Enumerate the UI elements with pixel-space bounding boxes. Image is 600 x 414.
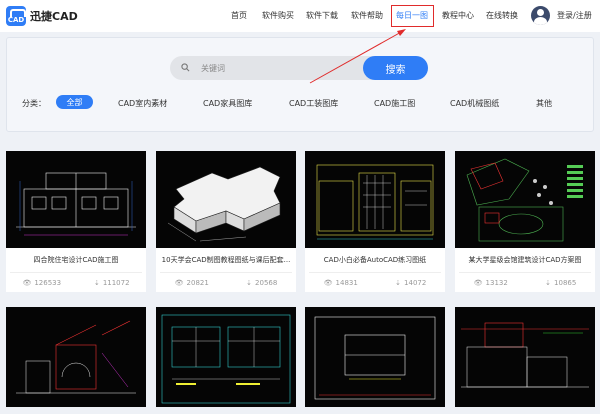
search-icon (181, 63, 190, 72)
card-6-thumbnail (156, 307, 296, 407)
category-other[interactable]: 其他 (536, 98, 552, 109)
logo-badge-text: CAD (7, 16, 25, 24)
category-all[interactable]: 全部 (56, 95, 93, 109)
category-furniture[interactable]: CAD家具图库 (203, 98, 252, 109)
eye-icon: 👁 (22, 278, 32, 287)
logo-badge-icon: CAD (6, 6, 26, 26)
avatar[interactable] (531, 6, 550, 25)
download-icon: ⇣ (246, 278, 253, 287)
search-panel (6, 37, 594, 132)
card-3-title: CAD小白必备AutoCAD练习图纸 (323, 256, 427, 264)
search-placeholder: 关键词 (201, 64, 225, 73)
card-5[interactable] (6, 307, 146, 407)
nav-download[interactable]: 软件下载 (306, 10, 338, 21)
card-5-thumbnail (6, 307, 146, 407)
card-8[interactable] (455, 307, 595, 407)
card-2-views: 20821 (186, 278, 209, 287)
eye-icon: 👁 (174, 278, 184, 287)
card-7-thumbnail (305, 307, 445, 407)
card-8-thumbnail (455, 307, 595, 407)
nav-tutorials[interactable]: 教程中心 (442, 10, 474, 21)
card-3-views: 14831 (335, 278, 358, 287)
card-1[interactable]: 四合院住宅设计CAD施工图 👁 126533 ⇣ 111072 (6, 151, 146, 292)
eye-icon: 👁 (323, 278, 333, 287)
card-2-downloads: 20568 (255, 278, 278, 287)
download-icon: ⇣ (93, 278, 100, 287)
card-1-thumbnail (6, 151, 146, 248)
card-4-downloads: 10865 (554, 278, 577, 287)
card-2-thumbnail (156, 151, 296, 248)
nav-home[interactable]: 首页 (231, 10, 247, 21)
card-4-thumbnail (455, 151, 595, 248)
nav-login[interactable]: 登录/注册 (557, 10, 592, 21)
card-1-views: 126533 (34, 278, 62, 287)
nav-online-convert[interactable]: 在线转换 (486, 10, 518, 21)
eye-icon: 👁 (473, 278, 483, 287)
category-mechanical[interactable]: CAD机械图纸 (450, 98, 499, 109)
category-commercial[interactable]: CAD工装图库 (289, 98, 338, 109)
card-3[interactable]: CAD小白必备AutoCAD练习图纸 👁 14831 ⇣ 14072 (305, 151, 445, 292)
card-1-title: 四合院住宅设计CAD施工图 (33, 256, 119, 264)
nav-help[interactable]: 软件帮助 (351, 10, 383, 21)
logo[interactable]: CAD 迅捷CAD (6, 6, 78, 26)
category-label: 分类： (22, 99, 46, 108)
card-4-title: 某大学星级会馆建筑设计CAD方案图 (468, 256, 582, 264)
nav-buy[interactable]: 软件购买 (262, 10, 294, 21)
search-button[interactable]: 搜索 (363, 56, 428, 80)
card-7[interactable] (305, 307, 445, 407)
annotation-highlight-box (391, 5, 434, 27)
brand-name: 迅捷CAD (30, 10, 78, 23)
download-icon: ⇣ (545, 278, 552, 287)
card-4[interactable]: 某大学星级会馆建筑设计CAD方案图 👁 13132 ⇣ 10865 (455, 151, 595, 292)
top-header: CAD 迅捷CAD 首页 软件购买 软件下载 软件帮助 每日一图 教程中心 在线… (0, 0, 600, 32)
download-icon: ⇣ (395, 278, 402, 287)
card-4-views: 13132 (485, 278, 508, 287)
card-6[interactable] (156, 307, 296, 407)
card-1-downloads: 111072 (102, 278, 130, 287)
category-construction[interactable]: CAD施工图 (374, 98, 415, 109)
card-3-downloads: 14072 (404, 278, 427, 287)
category-interior[interactable]: CAD室内素材 (118, 98, 167, 109)
card-3-thumbnail (305, 151, 445, 248)
card-2[interactable]: 10天学会CAD制图教程图纸与课后配套... 👁 20821 ⇣ 20568 (156, 151, 296, 292)
card-2-title: 10天学会CAD制图教程图纸与课后配套... (161, 256, 291, 264)
